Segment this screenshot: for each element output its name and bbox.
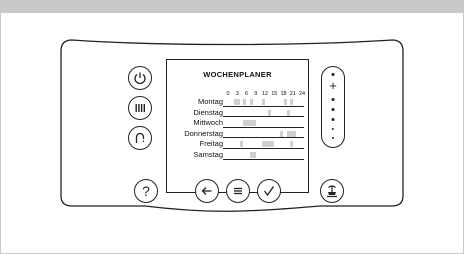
hot-water-icon bbox=[135, 132, 145, 143]
schedule-block[interactable] bbox=[261, 99, 265, 105]
schedule-block[interactable] bbox=[268, 109, 272, 116]
schedule-block[interactable] bbox=[261, 141, 275, 148]
schedule-block[interactable] bbox=[243, 120, 256, 127]
hot-water-button[interactable] bbox=[128, 126, 152, 150]
day-label: Dienstag bbox=[193, 107, 223, 117]
day-timeline bbox=[223, 158, 304, 160]
confirm-check-icon bbox=[263, 186, 275, 197]
schedule-block[interactable] bbox=[286, 130, 296, 137]
hour-tick-label: 15 bbox=[271, 91, 278, 97]
slider-dot bbox=[331, 73, 335, 76]
day-label: Donnerstag bbox=[184, 128, 223, 138]
slider-dot bbox=[331, 98, 335, 101]
hour-tick-label: 24 bbox=[298, 91, 306, 97]
slider-dot bbox=[332, 137, 334, 139]
schedule-block[interactable] bbox=[249, 152, 256, 158]
hour-tick-label: 12 bbox=[261, 91, 269, 97]
schedule-block[interactable] bbox=[280, 130, 284, 137]
power-button[interactable] bbox=[128, 66, 152, 90]
hour-tick-label: 21 bbox=[289, 91, 296, 97]
vacation-button[interactable] bbox=[320, 179, 344, 203]
schedule-block[interactable] bbox=[289, 99, 293, 105]
day-timeline bbox=[223, 105, 304, 107]
hour-tick-label: 6 bbox=[244, 91, 249, 97]
heating-icon bbox=[135, 104, 145, 112]
hour-tick-label: 18 bbox=[280, 91, 287, 97]
schedule-block[interactable] bbox=[283, 99, 287, 105]
schedule-block[interactable] bbox=[249, 99, 253, 105]
day-timeline bbox=[223, 137, 304, 139]
schedule-block[interactable] bbox=[286, 109, 290, 116]
slider-dot bbox=[331, 128, 335, 131]
hour-tick-label: 9 bbox=[254, 91, 258, 97]
plus-icon: + bbox=[329, 78, 337, 93]
day-label: Mittwoch bbox=[193, 118, 223, 128]
back-button[interactable] bbox=[195, 179, 219, 203]
day-timeline bbox=[223, 147, 304, 149]
day-label: Freitag bbox=[199, 139, 223, 149]
power-icon bbox=[134, 72, 146, 85]
day-timeline bbox=[223, 116, 304, 118]
schedule-block[interactable] bbox=[234, 99, 241, 105]
day-label: Samstag bbox=[193, 150, 223, 159]
slider-dot bbox=[331, 118, 335, 121]
day-label: Montag bbox=[197, 97, 223, 106]
menu-button[interactable] bbox=[226, 179, 250, 203]
hour-tick-label: 3 bbox=[235, 91, 239, 97]
help-icon: ? bbox=[142, 183, 150, 199]
menu-icon bbox=[234, 187, 242, 195]
schedule-block[interactable] bbox=[240, 141, 244, 148]
confirm-button[interactable] bbox=[257, 179, 281, 203]
display-title: WOCHENPLANER bbox=[203, 70, 272, 79]
schedule-block[interactable] bbox=[243, 99, 247, 105]
back-arrow-icon bbox=[201, 187, 212, 195]
heating-button[interactable] bbox=[128, 96, 152, 120]
slider-dot bbox=[331, 108, 335, 111]
schedule-block[interactable] bbox=[289, 141, 293, 148]
day-timeline bbox=[223, 126, 304, 128]
help-button[interactable]: ? bbox=[134, 179, 158, 203]
adjust-slider[interactable]: + bbox=[321, 66, 345, 148]
vacation-icon bbox=[327, 185, 337, 198]
weekly-planner-display: WOCHENPLANER 0 3 6 9 12 15 18 21 24 Montag Dienst… bbox=[166, 59, 309, 193]
hour-tick-label: 0 bbox=[226, 91, 230, 97]
